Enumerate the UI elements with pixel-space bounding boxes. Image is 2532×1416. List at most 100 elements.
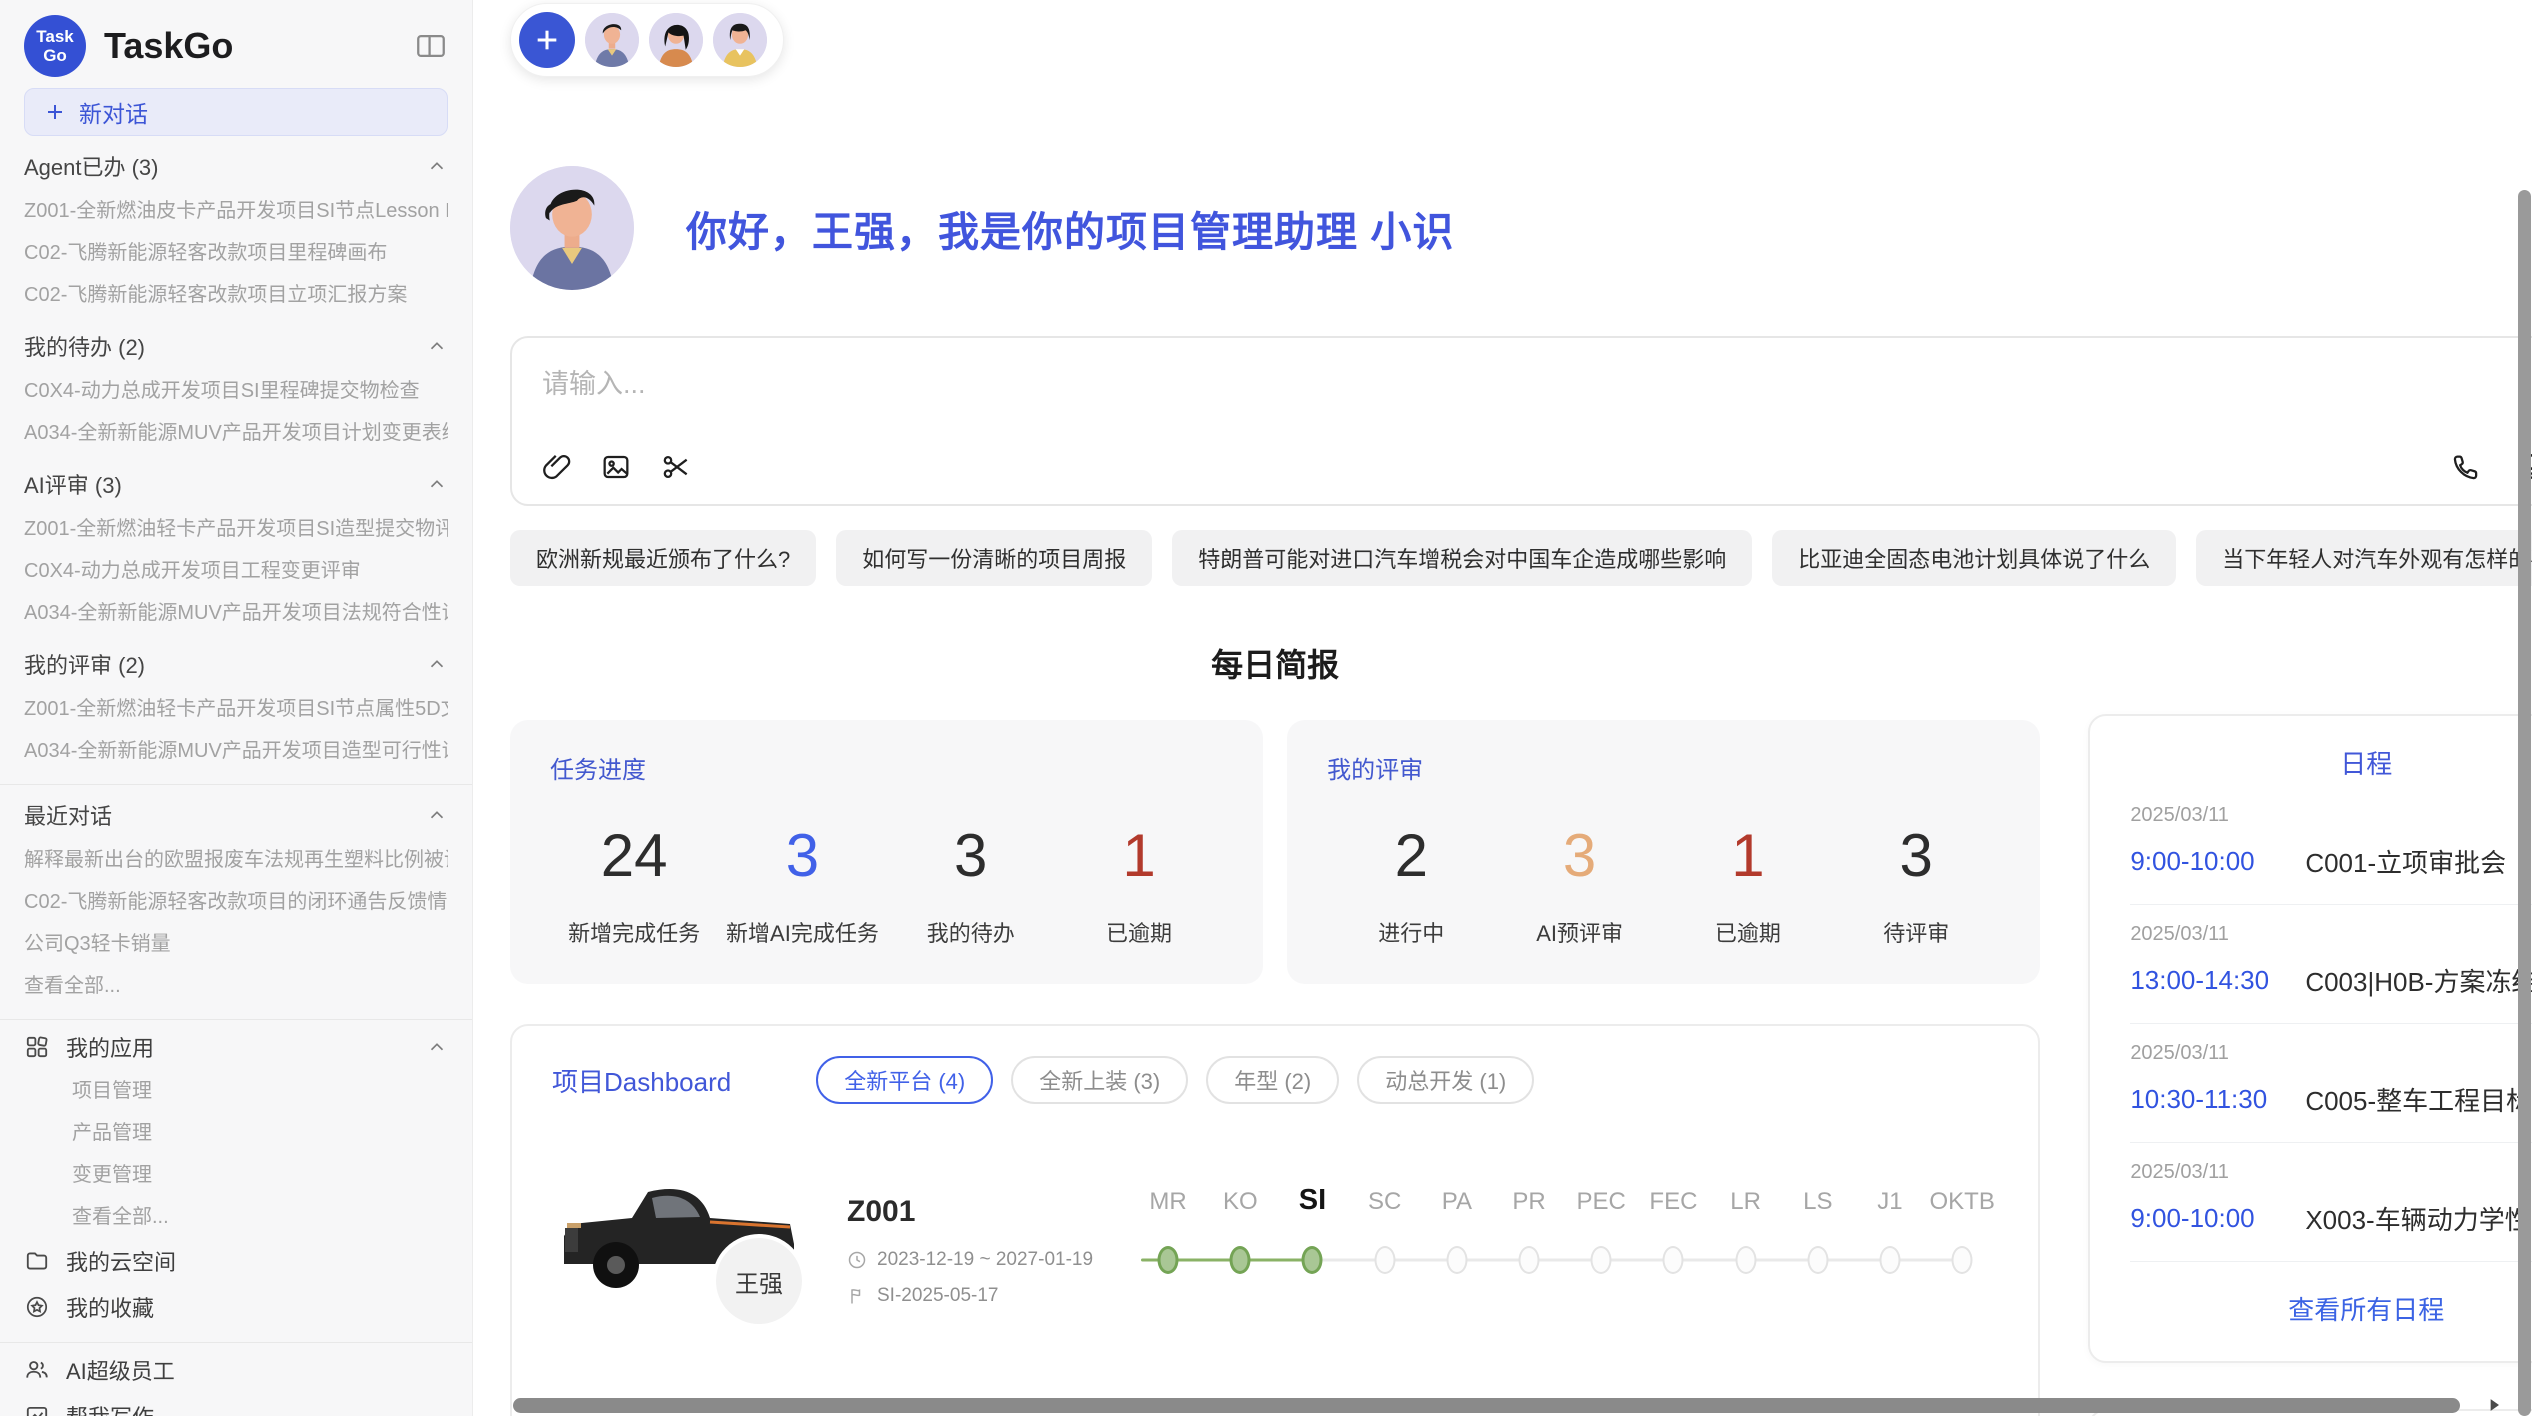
milestone-dot-pending — [1807, 1246, 1828, 1274]
my-apps-item[interactable]: 查看全部... — [72, 1196, 448, 1238]
contact-avatar[interactable] — [649, 13, 703, 67]
schedule-item-line: 9:00-10:00 C001-立项审批会 加入 — [2130, 843, 2532, 880]
sidebar-item[interactable]: A034-全新新能源MUV产品开发项目造型可行性评审 — [24, 730, 448, 772]
suggestion-chips: 欧洲新规最近颁布了什么? 如何写一份清晰的项目周报 特朗普可能对进口汽车增税会对… — [510, 530, 2532, 586]
horizontal-scrollbar[interactable] — [513, 1398, 2460, 1413]
sidebar-item[interactable]: Z001-全新燃油轻卡产品开发项目SI节点属性5D文件评审 — [24, 688, 448, 730]
my-favorites-row[interactable]: 我的收藏 — [24, 1284, 448, 1330]
chevron-up-icon[interactable] — [426, 1036, 448, 1058]
phone-icon[interactable] — [2450, 451, 2482, 483]
project-flag: SI-2025-05-17 — [847, 1285, 1102, 1307]
contact-avatar[interactable] — [585, 13, 639, 67]
my-apps-item[interactable]: 变更管理 — [72, 1154, 448, 1196]
milestone-label: J1 — [1854, 1188, 1926, 1216]
my-apps-item[interactable]: 项目管理 — [72, 1070, 448, 1112]
my-cloud-row[interactable]: 我的云空间 — [24, 1238, 448, 1284]
logo-text-bottom: Go — [43, 46, 67, 65]
image-icon[interactable] — [600, 451, 632, 483]
milestone-label: LS — [1782, 1188, 1854, 1216]
sidebar-section-items: Z001-全新燃油轻卡产品开发项目SI造型提交物评审 C0X4-动力总成开发项目… — [24, 508, 448, 634]
vertical-scrollbar[interactable] — [2518, 190, 2531, 1416]
chevron-up-icon[interactable] — [426, 804, 448, 826]
schedule-event-title: X003-车辆动力学性能验... — [2305, 1200, 2532, 1237]
stat-label: 新增完成任务 — [550, 916, 718, 948]
paperclip-icon[interactable] — [540, 451, 572, 483]
stat-label: 已逾期 — [1664, 916, 1832, 948]
milestone-label: FEC — [1637, 1188, 1709, 1216]
recent-chat-item[interactable]: C02-飞腾新能源轻客改款项目的闭环通告反馈情况 — [24, 881, 448, 923]
recent-chat-item[interactable]: 解释最新出台的欧盟报废车法规再生塑料比例被调至15%... — [24, 839, 448, 881]
schedule-item: 2025/03/11 9:00-10:00 C001-立项审批会 加入 — [2130, 786, 2532, 905]
sidebar: Task Go TaskGo 新对话 Agent已办 (3) — [0, 0, 473, 1416]
chevron-up-icon[interactable] — [426, 155, 448, 177]
sidebar-section-label: Agent已办 (3) — [24, 150, 159, 182]
milestone-label: PA — [1421, 1188, 1493, 1216]
stat-label: 已逾期 — [1055, 916, 1223, 948]
dashboard-filter-chip[interactable]: 全新上装 (3) — [1011, 1056, 1188, 1104]
schedule-item: 2025/03/11 9:00-10:00 X003-车辆动力学性能验... 加… — [2130, 1143, 2532, 1262]
suggestion-chip[interactable]: 如何写一份清晰的项目周报 — [836, 530, 1152, 586]
sidebar-item[interactable]: A034-全新新能源MUV产品开发项目计划变更表编写 — [24, 412, 448, 454]
milestone-label: PEC — [1565, 1188, 1637, 1216]
stat-card: 我的评审 2 进行中 3 — [1287, 720, 2040, 984]
recent-chats-header[interactable]: 最近对话 — [24, 791, 448, 839]
app-title: TaskGo — [104, 25, 414, 67]
milestone-label: PR — [1493, 1188, 1565, 1216]
my-apps-item[interactable]: 产品管理 — [72, 1112, 448, 1154]
stat-cell: 3 新增AI完成任务 — [718, 821, 886, 948]
schedule-date: 2025/03/11 — [2130, 923, 2532, 946]
dashboard-filter-chip[interactable]: 动总开发 (1) — [1357, 1056, 1534, 1104]
stat-cell: 1 已逾期 — [1055, 821, 1223, 948]
sidebar-section-header[interactable]: Agent已办 (3) — [24, 142, 448, 190]
sidebar-item[interactable]: C0X4-动力总成开发项目SI里程碑提交物检查 — [24, 370, 448, 412]
add-contact-button[interactable] — [519, 12, 575, 68]
sidebar-item[interactable]: A034-全新新能源MUV产品开发项目法规符合性评审 — [24, 592, 448, 634]
chevron-up-icon[interactable] — [426, 653, 448, 675]
milestone-dot-pending — [1880, 1246, 1901, 1274]
schedule-item-line: 13:00-14:30 C003|H0B-方案冻结评审 加入 — [2130, 962, 2532, 999]
sidebar-section: 我的待办 (2) C0X4-动力总成开发项目SI里程碑提交物检查 A034-全新… — [24, 322, 448, 454]
view-all-schedule-link[interactable]: 查看所有日程 — [2130, 1262, 2532, 1337]
suggestion-chip[interactable]: 当下年轻人对汽车外观有怎样的喜好趋势 — [2196, 530, 2532, 586]
suggestion-chip[interactable]: 欧洲新规最近颁布了什么? — [510, 530, 816, 586]
briefing-layout-row — [2088, 638, 2532, 688]
sidebar-section-header[interactable]: 我的评审 (2) — [24, 640, 448, 688]
project-row[interactable]: 王强 Z001 2023-12-19 ~ 2027-01-19 — [552, 1156, 1998, 1346]
ai-super-staff-row[interactable]: AI超级员工 — [24, 1347, 448, 1393]
dashboard-filter-chip[interactable]: 年型 (2) — [1206, 1056, 1339, 1104]
schedule-date: 2025/03/11 — [2130, 1161, 2532, 1184]
stat-value: 1 — [1055, 821, 1223, 890]
recent-view-all[interactable]: 查看全部... — [24, 965, 448, 1007]
sidebar-item[interactable]: Z001-全新燃油皮卡产品开发项目SI节点Lesson Learn报告 — [24, 190, 448, 232]
my-apps-list: 项目管理 产品管理 变更管理 查看全部... — [72, 1070, 448, 1238]
chat-input[interactable] — [512, 338, 2532, 450]
milestone-label: SI — [1276, 1184, 1348, 1217]
scissors-icon[interactable] — [660, 451, 692, 483]
collapse-sidebar-icon[interactable] — [414, 29, 448, 63]
contact-avatar[interactable] — [713, 13, 767, 67]
sidebar-item[interactable]: C0X4-动力总成开发项目工程变更评审 — [24, 550, 448, 592]
people-icon — [24, 1357, 50, 1383]
suggestion-chip[interactable]: 特朗普可能对进口汽车增税会对中国车企造成哪些影响 — [1172, 530, 1752, 586]
right-panel: 日程 2025/03/11 9:00-10:00 C001-立项审批会 加入 — [2088, 638, 2532, 1416]
dashboard-filter-chip[interactable]: 全新平台 (4) — [816, 1056, 993, 1104]
schedule-event-title: C001-立项审批会 — [2305, 843, 2532, 880]
project-date-range: 2023-12-19 ~ 2027-01-19 — [877, 1249, 1093, 1271]
recent-chat-item[interactable]: 公司Q3轻卡销量 — [24, 923, 448, 965]
chevron-up-icon[interactable] — [426, 473, 448, 495]
sidebar-item[interactable]: C02-飞腾新能源轻客改款项目立项汇报方案 — [24, 274, 448, 316]
schedule-time: 9:00-10:00 — [2130, 846, 2305, 877]
scroll-right-arrow-icon[interactable] — [2484, 1395, 2504, 1415]
milestone-label: MR — [1132, 1188, 1204, 1216]
sidebar-item[interactable]: C02-飞腾新能源轻客改款项目里程碑画布 — [24, 232, 448, 274]
my-apps-header[interactable]: 我的应用 — [24, 1024, 448, 1070]
schedule-item: 2025/03/11 10:30-11:30 C005-整车工程目标评审 加入 — [2130, 1024, 2532, 1143]
suggestion-chip[interactable]: 比亚迪全固态电池计划具体说了什么 — [1772, 530, 2176, 586]
new-chat-button[interactable]: 新对话 — [24, 88, 448, 136]
new-chat-label: 新对话 — [79, 95, 148, 129]
help-me-write-row[interactable]: 帮我写作 — [24, 1393, 448, 1416]
sidebar-section-header[interactable]: 我的待办 (2) — [24, 322, 448, 370]
sidebar-section-header[interactable]: AI评审 (3) — [24, 460, 448, 508]
sidebar-item[interactable]: Z001-全新燃油轻卡产品开发项目SI造型提交物评审 — [24, 508, 448, 550]
chevron-up-icon[interactable] — [426, 335, 448, 357]
